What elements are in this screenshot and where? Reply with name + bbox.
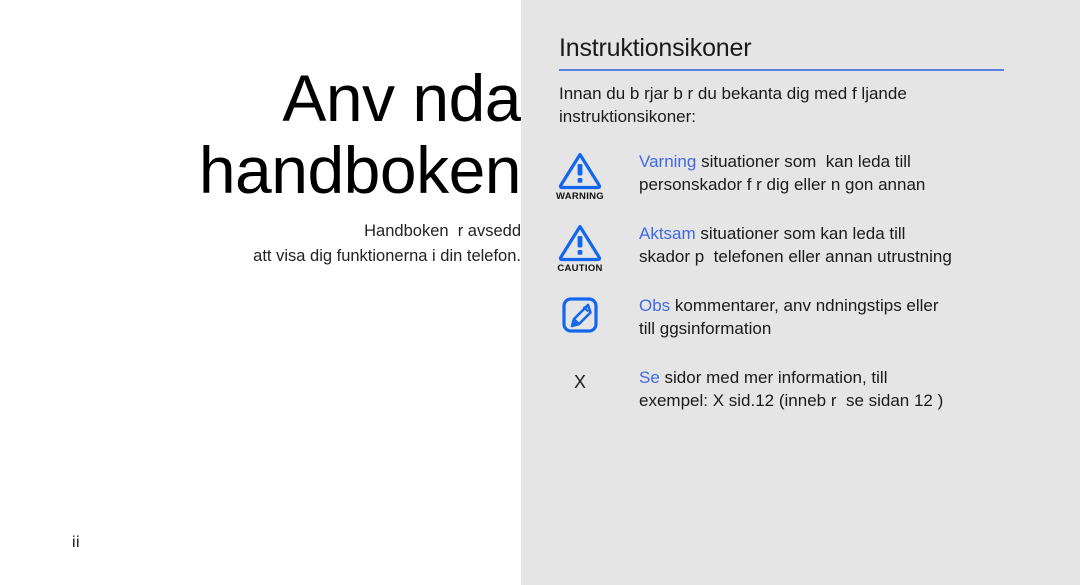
right-content-panel: Instruktionsikoner Innan du b rjar b r d… <box>521 0 1080 585</box>
left-title-panel: Anv nda handboken Handboken r avsedd att… <box>0 0 522 585</box>
caution-icon-cell: CAUTION <box>521 220 639 274</box>
note-item-text: Obs kommentarer, anv ndningstips eller t… <box>639 292 1080 340</box>
warning-keyword: Varning <box>639 152 697 171</box>
list-item: Obs kommentarer, anv ndningstips eller t… <box>521 292 1080 350</box>
caution-line-1-rest: situationer som kan leda till <box>695 224 906 243</box>
intro-line-1: Innan du b rjar b r du bekanta dig med f… <box>559 84 907 103</box>
page-number: ii <box>72 534 81 551</box>
instruction-icon-list: WARNING Varning situationer som kan leda… <box>521 148 1080 436</box>
caution-text-line-1: Aktsam situationer som kan leda till <box>639 222 1080 245</box>
list-item: CAUTION Aktsam situationer som kan leda … <box>521 220 1080 278</box>
note-text-line-2: till ggsinformation <box>639 319 772 338</box>
cross-reference-line-1-rest: sidor med mer information, till <box>659 368 888 387</box>
caution-keyword: Aktsam <box>639 224 696 243</box>
manual-page-spread: Anv nda handboken Handboken r avsedd att… <box>0 0 1080 585</box>
cross-reference-mark: X <box>573 372 586 392</box>
note-text-line-1: Obs kommentarer, anv ndningstips eller <box>639 294 1080 317</box>
page-subtitle-line-1: Handboken r avsedd <box>364 222 521 240</box>
page-subtitle-line-2: att visa dig funktionerna i din telefon. <box>253 247 521 265</box>
list-item: X Se sidor med mer information, till exe… <box>521 364 1080 422</box>
intro-paragraph: Innan du b rjar b r du bekanta dig med f… <box>559 82 1029 128</box>
list-item: WARNING Varning situationer som kan leda… <box>521 148 1080 206</box>
intro-line-2: instruktionsikoner: <box>559 107 697 126</box>
note-line-1-rest: kommentarer, anv ndningstips eller <box>670 296 939 315</box>
warning-icon-cell: WARNING <box>521 148 639 202</box>
page-title: Anv nda handboken <box>0 61 522 207</box>
warning-text-line-2: personskador f r dig eller n gon annan <box>639 175 926 194</box>
note-keyword: Obs <box>639 296 671 315</box>
warning-triangle-icon <box>557 150 603 190</box>
note-icon-cell <box>521 292 639 335</box>
cross-reference-text-line-2: exempel: X sid.12 (inneb r se sidan 12 ) <box>639 391 944 410</box>
warning-text-line-1: Varning situationer som kan leda till <box>639 150 1080 173</box>
page-subtitle: Handboken r avsedd att visa dig funktion… <box>0 219 521 269</box>
warning-line-1-rest: situationer som kan leda till <box>696 152 911 171</box>
heading-divider <box>559 69 1004 71</box>
note-pen-icon <box>561 296 599 334</box>
page-title-line-2: handboken <box>198 133 522 207</box>
caution-text-line-2: skador p telefonen eller annan utrustnin… <box>639 247 952 266</box>
cross-reference-keyword: Se <box>639 368 660 387</box>
cross-reference-icon-cell: X <box>521 364 639 392</box>
section-heading: Instruktionsikoner <box>559 34 752 62</box>
warning-item-text: Varning situationer som kan leda till pe… <box>639 148 1080 196</box>
caution-icon-caption: CAUTION <box>557 263 603 274</box>
caution-item-text: Aktsam situationer som kan leda till ska… <box>639 220 1080 268</box>
cross-reference-item-text: Se sidor med mer information, till exemp… <box>639 364 1080 412</box>
caution-triangle-icon <box>557 222 603 262</box>
cross-reference-text-line-1: Se sidor med mer information, till <box>639 366 1080 389</box>
warning-icon-caption: WARNING <box>555 191 604 202</box>
page-title-line-1: Anv nda <box>282 61 521 135</box>
